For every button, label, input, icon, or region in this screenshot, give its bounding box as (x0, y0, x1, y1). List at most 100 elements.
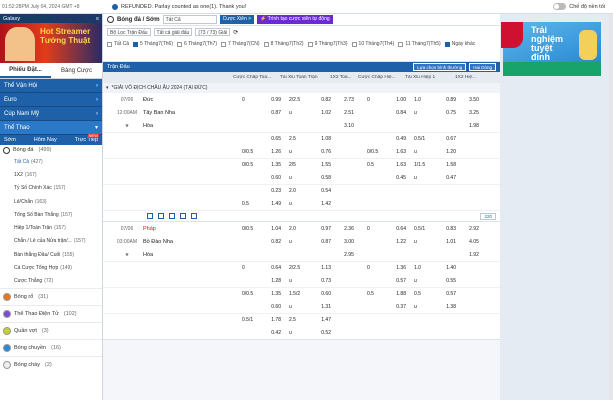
odds-cell[interactable]: 2.0 0.54 (285, 188, 335, 194)
odds-cell[interactable]: 0.5 1.63 (363, 162, 410, 168)
sport-item[interactable]: Thể Thao Điện Tử (102) (0, 304, 102, 322)
odds-cell[interactable]: u 0.58 (285, 175, 335, 181)
odds-cell[interactable]: 3.25 (460, 110, 488, 116)
odds-value[interactable]: 0.23 (271, 188, 281, 194)
odds-cell[interactable]: 2.92 (460, 226, 488, 232)
filter-select[interactable]: Tất Cả (162, 15, 217, 24)
odds-cell[interactable]: u 0.52 (285, 330, 335, 336)
date-checkbox[interactable]: Tất Cả (107, 39, 129, 49)
odds-cell[interactable]: 1.0 1.40 (410, 265, 460, 271)
market-item[interactable]: Cược Thắng (72) (0, 275, 102, 288)
chart-icon[interactable] (180, 213, 186, 219)
odds-cell[interactable]: 2.51 (335, 110, 363, 116)
checkbox-icon[interactable] (444, 41, 450, 47)
odds-cell[interactable]: 0.5/1 0.67 (410, 136, 460, 142)
odds-cell[interactable]: 2.5 1.08 (285, 136, 335, 142)
odds-value[interactable]: 1.04 (271, 226, 281, 232)
odds-value[interactable]: 3.10 (344, 123, 354, 129)
tv-icon[interactable] (158, 213, 164, 219)
odds-value[interactable]: 0/0.5 (367, 149, 378, 155)
odds-cell[interactable]: u 0.73 (285, 278, 335, 284)
announcement[interactable]: REFUNDED. Parlay counted as one(1). Than… (112, 4, 246, 10)
odds-value[interactable]: 0.5/1 (414, 136, 425, 142)
odds-cell[interactable]: u 1.01 (410, 239, 460, 245)
sport-item[interactable]: Bóng chuyền (16) (0, 338, 102, 356)
odds-value[interactable]: u (414, 149, 417, 155)
odds-cell[interactable]: u 1.42 (285, 201, 335, 207)
subtab-early[interactable]: Sớm (4, 137, 16, 143)
odds-cell[interactable]: u 0.47 (410, 175, 460, 181)
sport-item[interactable]: Bóng rổ (31) (0, 287, 102, 305)
menu-icon[interactable]: ≡ (96, 16, 99, 22)
odds-cell[interactable]: 2.73 (335, 97, 363, 103)
odds-cell[interactable]: 0.57 (363, 278, 410, 284)
more-bets-button[interactable]: 220 (480, 213, 496, 220)
odds-cell[interactable]: 1.22 (363, 239, 410, 245)
odds-cell[interactable]: 0/0.5 1.26 (238, 149, 285, 155)
odds-value[interactable]: 1.92 (469, 252, 479, 258)
odds-cell[interactable]: 0.82 (238, 239, 285, 245)
odds-cell[interactable]: 1.28 (238, 278, 285, 284)
market-item[interactable]: 1X2 (167) (0, 168, 102, 181)
odds-cell[interactable]: 1.0 0.89 (410, 97, 460, 103)
odds-value[interactable]: 2.73 (344, 97, 354, 103)
odds-value[interactable]: 0.87 (271, 110, 281, 116)
odds-cell[interactable]: 0.42 (238, 330, 285, 336)
odds-value[interactable]: 1.55 (321, 162, 331, 168)
odds-value[interactable]: 1.13 (321, 265, 331, 271)
odds-value[interactable]: 0.87 (321, 239, 331, 245)
promo-banner[interactable]: Hot Streamer Tướng Thuật (0, 23, 102, 63)
odds-value[interactable]: 1.08 (321, 136, 331, 142)
odds-value[interactable]: 1/1.5 (414, 162, 425, 168)
odds-value[interactable]: 0.54 (321, 188, 331, 194)
odds-value[interactable]: 1.26 (271, 149, 281, 155)
subtab-today[interactable]: Hôm Nay (34, 137, 57, 143)
star-icon[interactable] (147, 213, 153, 219)
odds-cell[interactable]: 0.84 (363, 110, 410, 116)
odds-value[interactable]: 1.31 (321, 304, 331, 310)
date-checkbox[interactable]: Ngày khác (444, 39, 475, 49)
market-item[interactable]: Cá Cược Tổng Hợp (149) (0, 261, 102, 274)
odds-cell[interactable]: 0.60 (238, 304, 285, 310)
odds-value[interactable]: 1.98 (469, 123, 479, 129)
odds-value[interactable]: 0.76 (321, 149, 331, 155)
favorite-star-icon[interactable]: ★ (111, 252, 143, 258)
odds-cell[interactable]: 0.60 (238, 175, 285, 181)
odds-value[interactable]: 0.52 (321, 330, 331, 336)
odds-value[interactable]: u (414, 175, 417, 181)
league-select[interactable]: Tất cả giải đấu (153, 28, 193, 36)
odds-value[interactable]: 1.42 (321, 201, 331, 207)
odds-value[interactable]: 0.64 (271, 265, 281, 271)
market-item[interactable]: Tất Cả (427) (0, 155, 102, 168)
odds-value[interactable]: 0.60 (271, 175, 281, 181)
odds-cell[interactable]: 0/0.5 1.35 (238, 291, 285, 297)
odds-value[interactable]: 0.60 (321, 291, 331, 297)
market-item[interactable]: Tổng Số Bàn Thắng (157) (0, 208, 102, 221)
odds-value[interactable]: u (414, 110, 417, 116)
odds-cell[interactable]: 3.10 (335, 123, 363, 129)
market-item[interactable]: Bàn thắng Đầu/ Cuối (155) (0, 248, 102, 261)
odds-cell[interactable]: 0.5 1.88 (363, 291, 410, 297)
checkbox-icon[interactable] (220, 41, 226, 47)
odds-value[interactable]: 1.02 (321, 110, 331, 116)
date-checkbox[interactable]: 9 Tháng7(Th3) (307, 39, 348, 49)
odds-cell[interactable]: 2.0 0.97 (285, 226, 335, 232)
odds-value[interactable]: 0.73 (321, 278, 331, 284)
odds-value[interactable]: 1.0 (414, 97, 421, 103)
checkbox-icon[interactable] (177, 41, 182, 47)
date-checkbox[interactable]: 10 Tháng7(Th4) (351, 39, 394, 49)
category-item[interactable]: Cúp Nam Mỹ › (0, 107, 102, 121)
odds-value[interactable]: u (414, 278, 417, 284)
match-filter-select[interactable]: Bộ Lọc Trận Đấu (107, 28, 151, 36)
odds-cell[interactable]: u 1.02 (285, 110, 335, 116)
odds-value[interactable]: 0.60 (271, 304, 281, 310)
checkbox-icon[interactable] (107, 41, 112, 47)
market-item[interactable]: Lẻ/Chẵn (163) (0, 195, 102, 208)
odds-cell[interactable]: 0.45 (363, 175, 410, 181)
experience-banner[interactable]: Trải nghiệm tuyệt đỉnh (501, 22, 601, 76)
odds-cell[interactable]: 0/0.5 1.35 (238, 162, 285, 168)
odds-cell[interactable]: 2/2.5 0.82 (285, 97, 335, 103)
odds-value[interactable]: 0 (367, 226, 370, 232)
sort-select[interactable]: Lựa chọn bình thường (413, 63, 467, 71)
odds-cell[interactable]: 2/2.5 1.13 (285, 265, 335, 271)
